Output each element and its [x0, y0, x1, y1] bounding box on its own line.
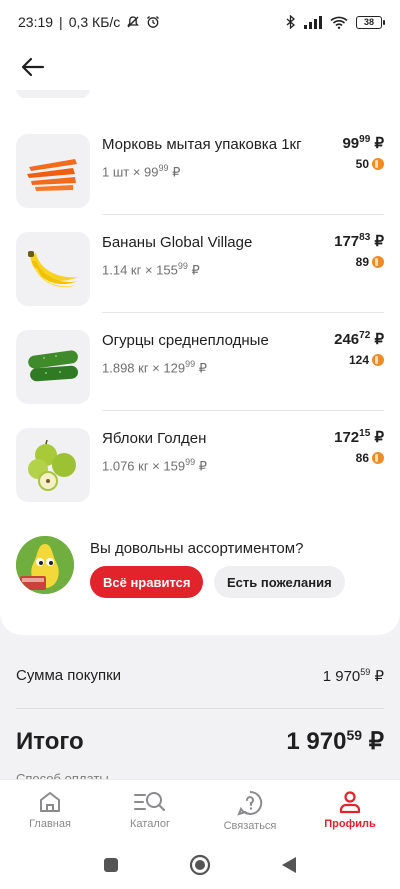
recent-apps-icon[interactable]: [103, 857, 119, 873]
status-bar: 23:19 | 0,3 КБ/с 38: [0, 0, 400, 44]
divider: [102, 312, 384, 313]
top-bar: [0, 44, 400, 90]
back-button[interactable]: [18, 52, 48, 82]
bluetooth-icon: [286, 15, 295, 29]
nav-catalog-label: Каталог: [130, 818, 170, 830]
product-name: Огурцы среднеплодные: [102, 332, 269, 349]
nav-contact[interactable]: Связаться: [200, 780, 300, 840]
system-nav-bar: [0, 840, 400, 889]
total-value: 1 97059 ₽: [286, 727, 384, 755]
product-name: Морковь мытая упаковка 1кг: [102, 136, 302, 153]
bonus-coin-icon: [372, 256, 384, 268]
product-name: Яблоки Голден: [102, 430, 207, 447]
product-thumb: [16, 134, 90, 208]
bonus-coin-icon: [372, 354, 384, 366]
nav-home-label: Главная: [29, 818, 71, 830]
like-assortment-button[interactable]: Всё нравится: [90, 566, 204, 598]
mute-icon: [127, 16, 140, 28]
back-triangle-icon[interactable]: [281, 856, 297, 874]
mascot-avatar: [16, 536, 74, 594]
product-qty: 1.14 кг × 15599 ₽: [102, 261, 200, 278]
purchase-sum-label: Сумма покупки: [16, 667, 122, 684]
wifi-icon: [330, 16, 348, 29]
product-price: 17783 ₽: [334, 232, 384, 250]
home-circle-icon[interactable]: [189, 854, 211, 876]
feedback-question: Вы довольны ассортиментом?: [90, 540, 304, 557]
product-row[interactable]: Огурцы среднеплодные 1.898 кг × 12999 ₽ …: [0, 330, 400, 428]
status-net-speed: 0,3 КБ/с: [68, 14, 121, 30]
divider: [102, 214, 384, 215]
signal-icon: [304, 15, 322, 29]
carrots-icon: [27, 159, 77, 191]
product-row[interactable]: Морковь мытая упаковка 1кг 1 шт × 9999 ₽…: [0, 134, 400, 232]
product-thumb-partial: [16, 90, 90, 98]
bonus-points: 50: [356, 157, 384, 171]
assortment-feedback: Вы довольны ассортиментом? Всё нравится …: [0, 536, 400, 616]
bonus-points: 86: [356, 451, 384, 465]
arrow-left-icon: [21, 57, 45, 77]
total-row: Итого 1 97059 ₽: [16, 727, 384, 756]
bonus-coin-icon: [372, 158, 384, 170]
bottom-nav: Главная Каталог Связаться Профиль: [0, 780, 400, 840]
product-thumb: [16, 232, 90, 306]
nav-catalog[interactable]: Каталог: [100, 780, 200, 840]
purchase-sum-value: 1 97059 ₽: [322, 667, 384, 685]
nav-contact-label: Связаться: [223, 820, 277, 832]
product-qty: 1 шт × 9999 ₽: [102, 163, 181, 180]
nav-home[interactable]: Главная: [0, 780, 100, 840]
product-row[interactable]: Яблоки Голден 1.076 кг × 15999 ₽ 17215 ₽…: [0, 428, 400, 526]
bonus-points: 89: [356, 255, 384, 269]
total-label: Итого: [16, 728, 84, 755]
bonus-coin-icon: [372, 452, 384, 464]
order-items-card: Морковь мытая упаковка 1кг 1 шт × 9999 ₽…: [0, 90, 400, 635]
nav-profile[interactable]: Профиль: [300, 780, 400, 840]
product-thumb: [16, 330, 90, 404]
suggestions-button[interactable]: Есть пожелания: [214, 566, 345, 598]
pear-mascot-icon: [16, 536, 74, 594]
product-price: 9999 ₽: [342, 134, 384, 152]
home-icon: [40, 792, 60, 812]
divider: [102, 410, 384, 411]
alarm-icon: [147, 16, 160, 28]
status-time: 23:19: [18, 14, 54, 30]
apples-icon: [28, 439, 76, 491]
divider: [16, 708, 384, 709]
profile-icon: [339, 791, 361, 814]
product-name: Бананы Global Village: [102, 234, 253, 251]
product-thumb: [16, 428, 90, 502]
product-price: 17215 ₽: [334, 428, 384, 446]
purchase-sum-row: Сумма покупки 1 97059 ₽: [16, 667, 384, 685]
help-chat-icon: [237, 790, 263, 816]
product-row[interactable]: Бананы Global Village 1.14 кг × 15599 ₽ …: [0, 232, 400, 330]
product-price: 24672 ₽: [334, 330, 384, 348]
nav-profile-label: Профиль: [324, 818, 376, 830]
order-summary: Сумма покупки 1 97059 ₽ Итого 1 97059 ₽ …: [0, 635, 400, 786]
bonus-points: 124: [349, 353, 384, 367]
product-qty: 1.076 кг × 15999 ₽: [102, 457, 207, 474]
catalog-search-icon: [134, 792, 165, 811]
product-qty: 1.898 кг × 12999 ₽: [102, 359, 207, 376]
cucumbers-icon: [28, 350, 78, 382]
battery-icon: 38: [356, 15, 385, 29]
bananas-icon: [28, 251, 78, 288]
